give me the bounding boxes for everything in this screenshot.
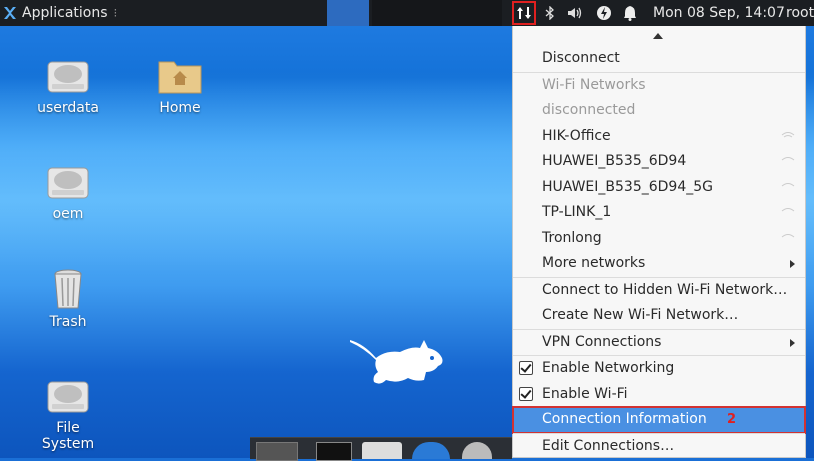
- menu-item-label: HUAWEI_B535_6D94_5G: [542, 178, 713, 195]
- wifi-signal-icon: [781, 157, 795, 161]
- desktop-icon-label: File System: [41, 420, 95, 452]
- menu-header-wifi-networks: Wi-Fi Networks: [513, 71, 805, 99]
- wifi-signal-icon: [781, 208, 795, 212]
- menu-scroll-up[interactable]: [513, 26, 805, 46]
- folder-home-icon: [158, 61, 202, 94]
- drive-icon: [47, 167, 89, 199]
- notification-bell-icon: [624, 6, 636, 21]
- bottom-dock: [250, 437, 512, 461]
- arrow-up-icon: [653, 33, 663, 39]
- wifi-signal-icon: [781, 182, 795, 186]
- power-icon: [597, 6, 611, 20]
- menu-item-label: disconnected: [542, 102, 636, 118]
- menu-item-create-new-wifi[interactable]: Create New Wi-Fi Network…: [513, 303, 805, 329]
- network-menu: Disconnect Wi-Fi Networks disconnected H…: [512, 26, 806, 458]
- notifications-button[interactable]: [621, 0, 639, 26]
- menu-item-enable-networking[interactable]: Enable Networking: [513, 355, 805, 382]
- annotation-2: 2: [727, 412, 737, 427]
- bluetooth-button[interactable]: [542, 0, 558, 26]
- menu-item-label: Enable Wi-Fi: [542, 385, 628, 402]
- dock-search-icon[interactable]: [462, 442, 492, 459]
- menu-item-network-tronlong[interactable]: Tronlong: [513, 226, 805, 252]
- menu-item-label: TP-LINK_1: [542, 204, 612, 220]
- volume-button[interactable]: [566, 0, 584, 26]
- desktop-icon-label: Trash: [49, 314, 87, 330]
- menu-item-label: More networks: [542, 255, 646, 271]
- menu-item-label: HIK-Office: [542, 127, 611, 144]
- menu-item-label: Create New Wi-Fi Network…: [542, 307, 739, 323]
- menu-item-network-tp-link-1[interactable]: TP-LINK_1: [513, 200, 805, 226]
- desktop-icon-trash[interactable]: Trash: [28, 266, 108, 330]
- desktop-icon-userdata[interactable]: userdata: [28, 56, 108, 116]
- bluetooth-icon: [545, 6, 554, 20]
- volume-icon: [568, 7, 582, 19]
- menu-item-label: Connect to Hidden Wi-Fi Network…: [542, 281, 788, 298]
- network-icon: [517, 7, 531, 19]
- dock-terminal-icon[interactable]: [316, 442, 352, 461]
- menu-item-label: Tronlong: [542, 229, 602, 246]
- desktop-icon-home[interactable]: Home: [140, 56, 220, 116]
- menu-item-edit-connections[interactable]: Edit Connections…: [513, 432, 805, 460]
- top-panel: Applications ⁝ Mon 08 Sep, 14:07 root: [0, 0, 814, 26]
- menu-item-label: Wi-Fi Networks: [542, 76, 646, 93]
- menu-item-network-huawei-b535-6d94-5g[interactable]: HUAWEI_B535_6D94_5G: [513, 175, 805, 201]
- desktop-icon-file-system[interactable]: File System: [28, 376, 108, 452]
- desktop-icon-label: oem: [52, 206, 84, 222]
- panel-clock[interactable]: Mon 08 Sep, 14:07: [653, 0, 785, 26]
- workspace-switcher-active[interactable]: [327, 0, 369, 26]
- menu-item-label: Enable Networking: [542, 360, 675, 376]
- menu-item-label: VPN Connections: [542, 333, 662, 350]
- dock-web-browser-icon[interactable]: [412, 442, 450, 459]
- checkbox-checked-icon[interactable]: [519, 361, 533, 375]
- submenu-arrow-icon: [790, 260, 795, 268]
- wifi-signal-icon: [781, 233, 795, 237]
- user-menu[interactable]: root: [786, 0, 814, 26]
- menu-item-label: Connection Information: [542, 411, 707, 427]
- workspace-switcher[interactable]: [372, 0, 502, 26]
- xfce-logo-icon: [4, 7, 16, 19]
- network-tray-button[interactable]: [512, 1, 536, 25]
- menu-item-disconnect[interactable]: Disconnect: [513, 46, 805, 72]
- menu-item-label: HUAWEI_B535_6D94: [542, 153, 687, 169]
- drive-icon: [47, 61, 89, 93]
- menu-item-connection-information[interactable]: Connection Information 2: [512, 406, 806, 434]
- menu-item-network-hik-office[interactable]: HIK-Office: [513, 124, 805, 150]
- desktop-icon-label: Home: [159, 100, 201, 116]
- desktop-icon-label: userdata: [37, 100, 99, 116]
- power-button[interactable]: [595, 0, 613, 26]
- drive-icon: [47, 381, 89, 413]
- menu-item-network-huawei-b535-6d94[interactable]: HUAWEI_B535_6D94: [513, 149, 805, 175]
- applications-menu-button[interactable]: Applications ⁝: [2, 0, 117, 26]
- menu-item-connect-hidden-wifi[interactable]: Connect to Hidden Wi-Fi Network…: [513, 276, 805, 304]
- submenu-arrow-icon: [790, 338, 795, 347]
- trash-icon: [54, 269, 82, 309]
- menu-item-more-networks[interactable]: More networks: [513, 251, 805, 277]
- menu-status-disconnected: disconnected: [513, 98, 805, 124]
- menu-item-enable-wifi[interactable]: Enable Wi-Fi: [513, 382, 805, 408]
- dock-file-manager-icon[interactable]: [362, 442, 402, 459]
- desktop-icon-oem[interactable]: oem: [28, 162, 108, 222]
- checkbox-checked-icon[interactable]: [519, 386, 533, 401]
- dock-show-desktop-icon[interactable]: [256, 442, 298, 461]
- applications-label: Applications: [22, 5, 108, 21]
- panel-handle[interactable]: ⁝: [114, 6, 118, 20]
- menu-item-vpn-connections[interactable]: VPN Connections: [513, 328, 805, 356]
- wifi-signal-icon: [781, 131, 795, 137]
- menu-item-label: Disconnect: [542, 50, 620, 66]
- menu-item-label: Edit Connections…: [542, 437, 675, 454]
- xfce-mouse-logo-icon: [350, 340, 443, 384]
